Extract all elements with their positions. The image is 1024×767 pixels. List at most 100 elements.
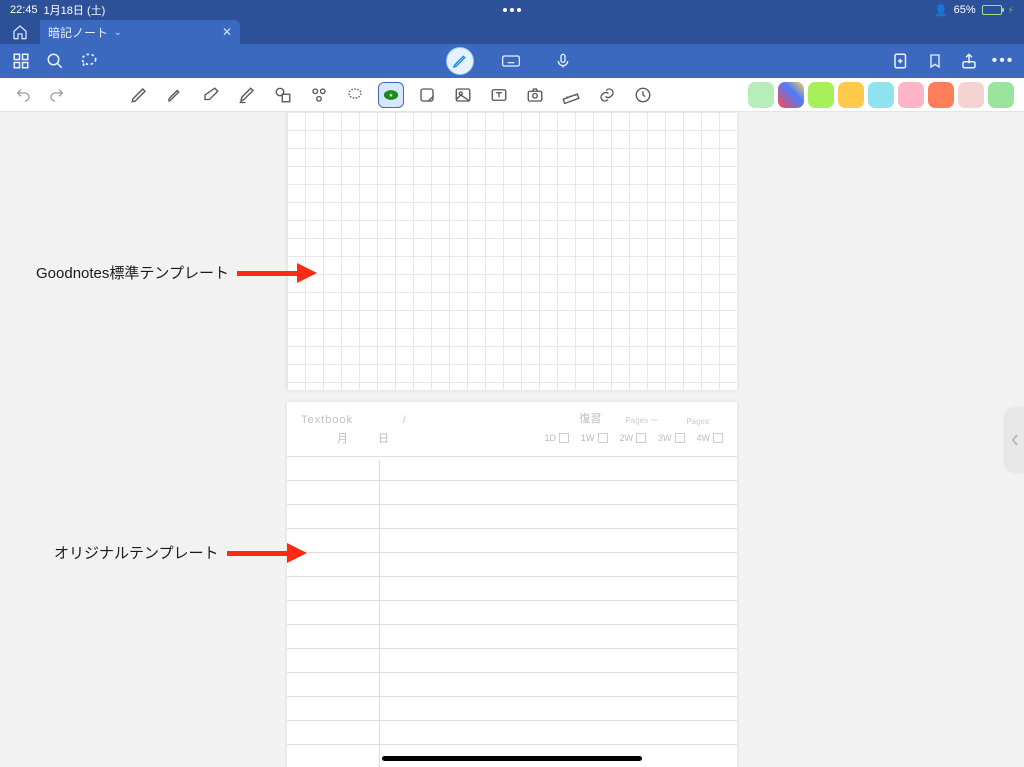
page-top-grid[interactable]	[287, 112, 737, 390]
status-bar: 22:45 1月18日 (土) 👤 65% ⚡︎	[0, 0, 1024, 20]
page-bottom-template[interactable]: Textbook / 復習 Pages 〜 Pages 月 日 1D 1W 2W…	[287, 402, 737, 767]
mic-button[interactable]	[548, 46, 578, 76]
tab-row: 暗記ノート ⌄ ✕	[0, 20, 1024, 44]
annotation-top-text: Goodnotes標準テンプレート	[36, 262, 229, 283]
chevron-left-icon	[1011, 434, 1019, 446]
swatch-7[interactable]	[928, 82, 954, 108]
annotation-bottom: オリジナルテンプレート	[54, 542, 307, 563]
swatch-6[interactable]	[898, 82, 924, 108]
template-header: Textbook / 復習 Pages 〜 Pages 月 日 1D 1W 2W…	[287, 402, 737, 450]
pen-mode-button[interactable]	[446, 47, 474, 75]
swatch-9[interactable]	[988, 82, 1014, 108]
keyboard-icon	[501, 53, 521, 69]
highlighter-icon	[238, 86, 256, 104]
tab-home-button[interactable]	[0, 20, 40, 44]
thumbnails-button[interactable]	[6, 46, 36, 76]
slide-over-handle[interactable]	[1006, 408, 1024, 472]
shape-icon	[274, 86, 292, 104]
active-tab[interactable]: 暗記ノート ⌄ ✕	[40, 20, 240, 44]
swatch-2[interactable]	[778, 82, 804, 108]
status-date: 1月18日 (土)	[44, 2, 106, 18]
keyboard-button[interactable]	[496, 46, 526, 76]
pen-tool[interactable]	[126, 82, 152, 108]
pen-tool-icon	[130, 86, 148, 104]
charging-icon: ⚡︎	[1008, 5, 1014, 16]
highlighter-tool[interactable]	[234, 82, 260, 108]
swatch-4[interactable]	[838, 82, 864, 108]
camera-icon	[526, 86, 544, 104]
pages-label-2: Pages	[686, 417, 709, 426]
day-label: 日	[378, 430, 389, 446]
review-cell-3w: 3W	[658, 430, 685, 446]
redo-icon	[48, 87, 66, 103]
more-icon: •••	[992, 52, 1015, 70]
swatch-5[interactable]	[868, 82, 894, 108]
more-button[interactable]: •••	[988, 46, 1018, 76]
chevron-down-icon[interactable]: ⌄	[114, 27, 122, 38]
brush-icon	[166, 86, 184, 104]
lasso-button[interactable]	[74, 46, 104, 76]
battery-pct: 65%	[954, 4, 976, 16]
search-icon	[46, 52, 64, 70]
home-indicator[interactable]	[382, 756, 642, 761]
canvas-area[interactable]: Textbook / 復習 Pages 〜 Pages 月 日 1D 1W 2W…	[0, 112, 1024, 767]
swatch-1[interactable]	[748, 82, 774, 108]
search-button[interactable]	[40, 46, 70, 76]
swatch-8[interactable]	[958, 82, 984, 108]
image-icon	[454, 86, 472, 104]
arrow-icon	[227, 545, 307, 561]
nav-bar: •••	[0, 44, 1024, 78]
lasso-icon-2	[346, 86, 364, 104]
close-icon[interactable]: ✕	[222, 25, 232, 39]
sticker-tool[interactable]	[414, 82, 440, 108]
lasso-tool-2[interactable]	[342, 82, 368, 108]
undo-icon	[14, 87, 32, 103]
star-icon	[382, 86, 400, 104]
battery-icon	[982, 5, 1002, 15]
month-label: 月	[337, 430, 348, 446]
review-cell-1d: 1D	[544, 430, 569, 446]
eraser-tool[interactable]	[198, 82, 224, 108]
user-icon: 👤	[934, 4, 948, 17]
pen-icon	[452, 53, 468, 69]
ruler-tool[interactable]	[558, 82, 584, 108]
review-cells: 1D 1W 2W 3W 4W	[544, 430, 723, 446]
review-cell-4w: 4W	[697, 430, 724, 446]
annotation-bottom-text: オリジナルテンプレート	[54, 542, 219, 563]
tab-title: 暗記ノート	[48, 24, 108, 41]
arrow-icon	[237, 265, 317, 281]
eraser-icon	[202, 86, 220, 104]
link-icon	[598, 86, 616, 104]
ruler-icon	[561, 86, 581, 104]
elements-icon	[310, 86, 328, 104]
link-tool[interactable]	[594, 82, 620, 108]
add-page-icon	[892, 52, 910, 70]
sticker-icon	[418, 86, 436, 104]
undo-button[interactable]	[10, 82, 36, 108]
add-page-button[interactable]	[886, 46, 916, 76]
tool-strip	[0, 78, 1024, 112]
grid-icon	[12, 52, 30, 70]
brush-tool[interactable]	[162, 82, 188, 108]
bookmark-icon	[927, 52, 943, 70]
clock-icon	[634, 86, 652, 104]
template-lines	[287, 456, 737, 767]
bookmark-button[interactable]	[920, 46, 950, 76]
pages-label-1: Pages 〜	[625, 415, 658, 426]
image-tool[interactable]	[450, 82, 476, 108]
template-vertical-rule	[379, 460, 380, 767]
swatch-3[interactable]	[808, 82, 834, 108]
redo-button[interactable]	[44, 82, 70, 108]
camera-tool[interactable]	[522, 82, 548, 108]
elements-tool[interactable]	[306, 82, 332, 108]
review-label: 復習	[579, 410, 601, 426]
review-cell-1w: 1W	[581, 430, 608, 446]
share-button[interactable]	[954, 46, 984, 76]
multitask-dots-icon[interactable]	[503, 8, 521, 12]
recent-tool[interactable]	[630, 82, 656, 108]
favorites-tool[interactable]	[378, 82, 404, 108]
text-tool[interactable]	[486, 82, 512, 108]
shape-tool[interactable]	[270, 82, 296, 108]
textbook-label: Textbook	[301, 414, 353, 426]
text-icon	[490, 86, 508, 104]
